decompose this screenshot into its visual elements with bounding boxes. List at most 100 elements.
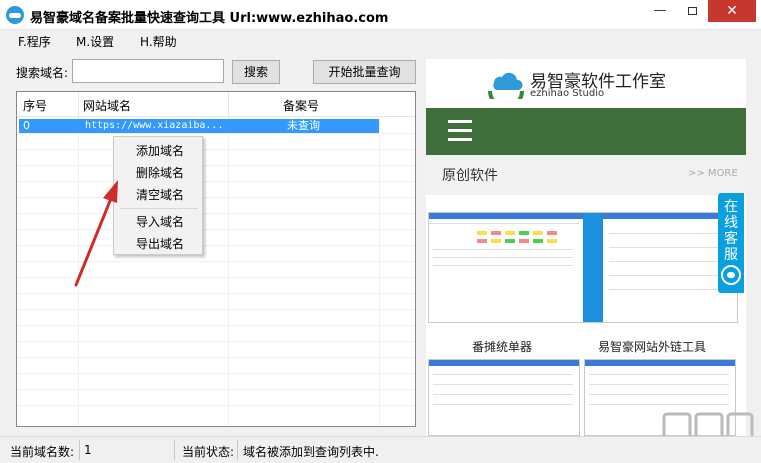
row-domain: https://www.xiazaiba...	[85, 120, 224, 131]
grid-line	[17, 261, 415, 262]
thumb-line	[433, 404, 573, 405]
online-service-label: 在线客服	[724, 199, 738, 263]
close-button[interactable]: ✕	[708, 0, 756, 22]
software-caption-2[interactable]: 易智豪网站外链工具	[598, 338, 706, 355]
thumb-line	[609, 247, 734, 248]
thumb-cell	[533, 239, 543, 243]
thumb-line	[609, 289, 734, 290]
thumb-line	[589, 404, 729, 405]
minimize-button[interactable]: —	[644, 0, 676, 22]
header-index[interactable]: 序号	[23, 97, 47, 114]
menu-clear-domains[interactable]: 清空域名	[136, 186, 184, 203]
search-input[interactable]	[72, 59, 224, 83]
search-button[interactable]: 搜索	[232, 60, 280, 84]
grid-line	[17, 133, 415, 134]
status-bar: 当前域名数: 1 当前状态: 域名被添加到查询列表中.	[0, 436, 761, 463]
thumb-line	[429, 223, 579, 224]
menu-separator	[120, 208, 198, 209]
grid-line	[17, 341, 415, 342]
header-record[interactable]: 备案号	[283, 97, 319, 114]
thumb-cell	[519, 231, 529, 235]
thumb-line	[589, 394, 729, 395]
more-link[interactable]: >> MORE	[688, 168, 738, 179]
grid-line	[228, 117, 229, 426]
grid-line	[17, 181, 415, 182]
cloud-logo-icon	[488, 72, 524, 99]
grid-line	[17, 149, 415, 150]
thumb-cell	[477, 239, 487, 243]
menu-import-domains[interactable]: 导入域名	[136, 213, 184, 230]
menu-delete-domain[interactable]: 删除域名	[136, 164, 184, 181]
thumb-cell	[547, 239, 557, 243]
grid-line	[17, 277, 415, 278]
grid-line	[379, 117, 380, 426]
grid-line	[17, 373, 415, 374]
thumb-line	[433, 374, 573, 375]
search-label: 搜索域名:	[16, 66, 69, 80]
menu-add-domain[interactable]: 添加域名	[136, 142, 184, 159]
window-title: 易智豪域名备案批量快速查询工具 Url:www.ezhihao.com	[30, 11, 389, 26]
grid-line	[78, 117, 79, 426]
thumb-titlebar	[585, 360, 735, 366]
grid-line	[17, 197, 415, 198]
software-caption-1[interactable]: 番摊统单器	[472, 338, 532, 355]
status-separator	[237, 440, 238, 460]
thumb-cell	[533, 231, 543, 235]
grid-line	[17, 325, 415, 326]
thumb-line	[609, 275, 734, 276]
section-header: 原创软件 >> MORE	[426, 155, 746, 195]
menu-settings[interactable]: M.设置	[76, 33, 114, 50]
thumb-line	[609, 261, 734, 262]
grid-line	[17, 309, 415, 310]
thumb-cell	[477, 231, 487, 235]
web-preview-panel[interactable]: 易智豪软件工作室 ezhihao Studio 原创软件 >> MORE 番摊统…	[426, 59, 746, 436]
header-separator	[78, 92, 79, 117]
thumb-cell	[519, 239, 529, 243]
thumb-line	[433, 257, 573, 258]
hamburger-menu-icon[interactable]	[448, 120, 472, 142]
list-header: 序号 网站域名 备案号	[17, 92, 415, 117]
status-separator	[79, 440, 80, 460]
thumb-line	[433, 394, 573, 395]
current-state-value: 域名被添加到查询列表中.	[243, 445, 379, 459]
row-index: 0	[23, 119, 30, 132]
header-domain[interactable]: 网站域名	[83, 97, 131, 114]
grid-line	[17, 357, 415, 358]
start-batch-query-button[interactable]: 开始批量查询	[313, 60, 416, 84]
menu-help[interactable]: H.帮助	[140, 33, 177, 50]
context-menu: 添加域名 删除域名 清空域名 导入域名 导出域名	[113, 136, 203, 255]
grid-line	[17, 165, 415, 166]
grid-line	[17, 389, 415, 390]
domain-count-value: 1	[84, 443, 92, 457]
thumb-line	[589, 374, 729, 375]
thumb-line	[433, 249, 573, 250]
menu-bar: F.程序 M.设置 H.帮助	[0, 30, 761, 52]
domain-list[interactable]: 序号 网站域名 备案号 0 https://www.xiazaiba... 未查…	[16, 91, 416, 427]
logo-subtitle: ezhihao Studio	[530, 88, 605, 99]
thumb-titlebar	[429, 360, 579, 366]
maximize-button[interactable]	[676, 0, 708, 22]
grid-line	[17, 245, 415, 246]
online-service-tab[interactable]: 在线客服	[718, 193, 744, 293]
thumb-line	[433, 384, 573, 385]
thumb-cell	[505, 231, 515, 235]
current-state-label: 当前状态:	[182, 445, 235, 459]
grid-line	[17, 293, 415, 294]
thumb-sidebar	[583, 213, 603, 322]
thumb-cell	[491, 239, 501, 243]
thumb-line	[589, 384, 729, 385]
software-thumbnail-2[interactable]	[428, 359, 580, 436]
chat-bubble-icon	[721, 265, 741, 285]
grid-line	[17, 213, 415, 214]
row-record: 未查询	[287, 119, 320, 132]
thumb-line	[609, 233, 734, 234]
thumb-cell	[491, 231, 501, 235]
thumb-line	[433, 265, 573, 266]
table-row[interactable]: 0 https://www.xiazaiba... 未查询	[19, 119, 379, 133]
software-screenshot-thumbnail[interactable]	[428, 212, 738, 323]
menu-program[interactable]: F.程序	[18, 33, 51, 50]
menu-export-domains[interactable]: 导出域名	[136, 235, 184, 252]
site-logo[interactable]: 易智豪软件工作室 ezhihao Studio	[426, 59, 746, 105]
header-separator	[228, 92, 229, 117]
app-cloud-icon	[6, 6, 24, 24]
